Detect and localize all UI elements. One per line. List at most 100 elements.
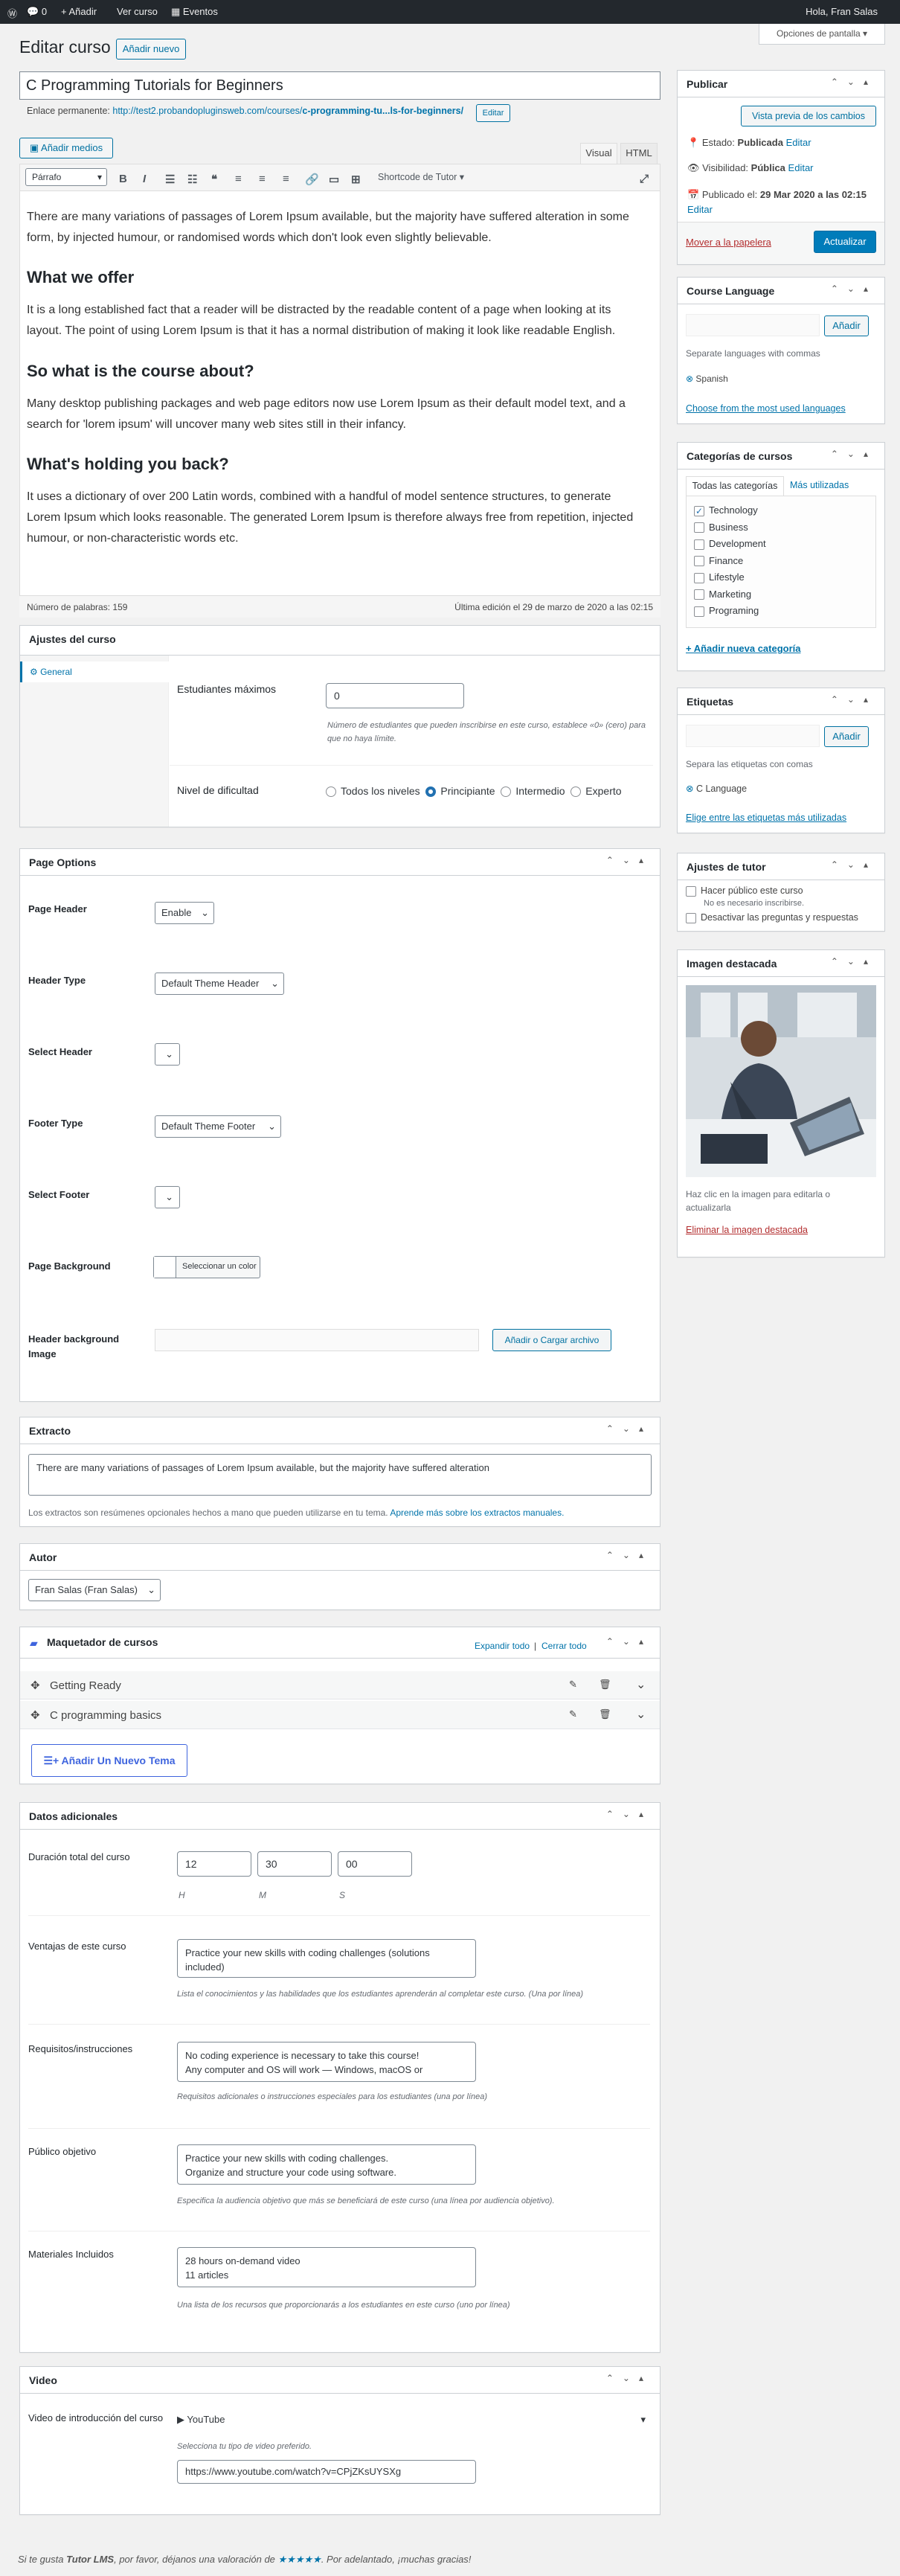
align-right-icon[interactable]: ≡ bbox=[283, 173, 289, 185]
box-controls[interactable]: ⌃⌄▴ bbox=[831, 694, 877, 705]
upload-file-button[interactable]: Añadir o Cargar archivo bbox=[492, 1329, 611, 1351]
chevron-down-icon[interactable]: ⌄ bbox=[636, 1707, 646, 1722]
wp-logo-icon[interactable]: Ⓦ bbox=[7, 6, 17, 20]
edit-pencil-icon[interactable]: ✎ bbox=[569, 1679, 577, 1691]
category-programing[interactable]: Programing bbox=[694, 603, 868, 620]
format-select[interactable]: Párrafo ▾ bbox=[25, 168, 107, 186]
read-more-icon[interactable]: ▭ bbox=[329, 173, 339, 186]
topic-row[interactable]: ✥ Getting Ready ✎ 🗑 ⌄ bbox=[20, 1671, 660, 1699]
content-heading[interactable]: So what is the course about? bbox=[27, 362, 254, 381]
expand-all-link[interactable]: Expandir todo bbox=[475, 1641, 530, 1651]
box-controls[interactable]: ⌃⌄▴ bbox=[831, 859, 877, 870]
category-finance[interactable]: Finance bbox=[694, 553, 868, 570]
duration-minutes-input[interactable]: 30 bbox=[257, 1851, 332, 1877]
select-header-dropdown[interactable]: ⌄ bbox=[155, 1043, 180, 1066]
add-tag-button[interactable]: Añadir bbox=[824, 726, 869, 747]
collapse-all-link[interactable]: Cerrar todo bbox=[541, 1641, 587, 1651]
bold-icon[interactable]: B bbox=[119, 173, 127, 185]
select-footer-dropdown[interactable]: ⌄ bbox=[155, 1186, 180, 1208]
chevron-down-icon[interactable]: ⌄ bbox=[636, 1677, 646, 1692]
author-select[interactable]: Fran Salas (Fran Salas) ⌄ bbox=[28, 1579, 161, 1601]
link-icon[interactable]: 🔗 bbox=[305, 173, 319, 186]
content-paragraph[interactable]: Many desktop publishing packages and web… bbox=[27, 394, 637, 435]
requirements-textarea[interactable]: No coding experience is necessary to tak… bbox=[177, 2042, 476, 2082]
toolbar-toggle-icon[interactable]: ⊞ bbox=[351, 173, 361, 186]
video-url-input[interactable]: https://www.youtube.com/watch?v=CPjZKsUY… bbox=[177, 2460, 476, 2484]
disable-qa-checkbox[interactable]: Desactivar las preguntas y respuestas bbox=[686, 912, 858, 923]
align-left-icon[interactable]: ≡ bbox=[235, 173, 242, 185]
fullscreen-icon[interactable]: ⤢ bbox=[640, 173, 649, 185]
difficulty-expert[interactable]: Experto bbox=[570, 785, 622, 798]
remove-tag-icon[interactable]: ⊗ bbox=[686, 784, 696, 794]
tab-all-categories[interactable]: Todas las categorías bbox=[686, 476, 784, 496]
comments-icon[interactable]: 💬 0 bbox=[27, 6, 47, 18]
box-controls[interactable]: ⌃⌄▴ bbox=[831, 956, 877, 967]
difficulty-all[interactable]: Todos los niveles bbox=[326, 785, 420, 798]
drag-handle-icon[interactable]: ✥ bbox=[30, 1679, 40, 1692]
remove-tag-icon[interactable]: ⊗ bbox=[686, 374, 695, 384]
featured-image[interactable] bbox=[686, 985, 876, 1177]
preview-changes-button[interactable]: Vista previa de los cambios bbox=[741, 106, 876, 126]
align-center-icon[interactable]: ≡ bbox=[259, 173, 266, 185]
box-controls[interactable]: ⌃⌄▴ bbox=[606, 1550, 652, 1560]
header-bg-input[interactable] bbox=[155, 1329, 479, 1351]
language-input[interactable] bbox=[686, 314, 820, 336]
page-header-select[interactable]: Enable ⌄ bbox=[155, 902, 214, 924]
add-new-button[interactable]: Añadir nuevo bbox=[116, 39, 186, 60]
add-language-button[interactable]: Añadir bbox=[824, 315, 869, 336]
choose-language-link[interactable]: Choose from the most used languages bbox=[686, 403, 846, 414]
content-heading[interactable]: What's holding you back? bbox=[27, 455, 229, 474]
choose-tags-link[interactable]: Elige entre las etiquetas más utilizadas bbox=[686, 813, 846, 823]
add-topic-button[interactable]: ☰+ Añadir Un Nuevo Tema bbox=[31, 1744, 187, 1777]
edit-pencil-icon[interactable]: ✎ bbox=[569, 1708, 577, 1720]
footer-type-select[interactable]: Default Theme Footer ⌄ bbox=[155, 1115, 281, 1138]
box-controls[interactable]: ⌃⌄▴ bbox=[606, 1636, 652, 1647]
box-controls[interactable]: ⌃⌄▴ bbox=[606, 1423, 652, 1434]
duration-hours-input[interactable]: 12 bbox=[177, 1851, 251, 1877]
tag-item[interactable]: ⊗ C Language bbox=[686, 783, 747, 794]
bullet-list-icon[interactable]: ☰ bbox=[165, 173, 175, 186]
events-link[interactable]: ▦ Eventos bbox=[171, 6, 218, 18]
box-controls[interactable]: ⌃⌄▴ bbox=[831, 77, 877, 87]
content-heading[interactable]: What we offer bbox=[27, 268, 134, 287]
trash-icon[interactable]: 🗑 bbox=[599, 1708, 611, 1720]
add-category-link[interactable]: + Añadir nueva categoría bbox=[686, 643, 801, 654]
account-greeting[interactable]: Hola, Fran Salas bbox=[806, 6, 878, 17]
category-lifestyle[interactable]: Lifestyle bbox=[694, 569, 868, 586]
excerpt-learn-link[interactable]: Aprende más sobre los extractos manuales… bbox=[390, 1508, 564, 1518]
tab-most-used-categories[interactable]: Más utilizadas bbox=[790, 480, 849, 490]
max-students-input[interactable]: 0 bbox=[326, 683, 464, 708]
view-course-link[interactable]: Ver curso bbox=[117, 6, 158, 17]
language-tag[interactable]: ⊗ Spanish bbox=[686, 374, 728, 384]
blockquote-icon[interactable]: ❝ bbox=[211, 173, 217, 186]
public-course-checkbox[interactable]: Hacer público este curso bbox=[686, 885, 803, 897]
update-button[interactable]: Actualizar bbox=[814, 231, 876, 253]
duration-seconds-input[interactable]: 00 bbox=[338, 1851, 412, 1877]
box-controls[interactable]: ⌃⌄▴ bbox=[606, 1809, 652, 1819]
tags-input[interactable] bbox=[686, 725, 820, 747]
content-paragraph[interactable]: It is a long established fact that a rea… bbox=[27, 300, 637, 342]
shortcode-dropdown[interactable]: Shortcode de Tutor ▾ bbox=[378, 171, 464, 182]
trash-icon[interactable]: 🗑 bbox=[599, 1679, 611, 1691]
box-controls[interactable]: ⌃⌄▴ bbox=[606, 855, 652, 865]
color-picker-button[interactable]: Seleccionar un color bbox=[153, 1256, 260, 1278]
visibility-edit-link[interactable]: Editar bbox=[788, 162, 814, 173]
new-content-link[interactable]: + Añadir bbox=[61, 6, 97, 17]
header-type-select[interactable]: Default Theme Header ⌄ bbox=[155, 973, 284, 995]
date-edit-link[interactable]: Editar bbox=[687, 204, 713, 215]
category-technology[interactable]: ✓ Technology bbox=[694, 502, 868, 519]
excerpt-textarea[interactable]: There are many variations of passages of… bbox=[28, 1454, 652, 1496]
tab-html[interactable]: HTML bbox=[620, 143, 658, 164]
topic-row[interactable]: ✥ C programming basics ✎ 🗑 ⌄ bbox=[20, 1701, 660, 1729]
screen-options-button[interactable]: Opciones de pantalla ▾ bbox=[759, 24, 885, 45]
remove-featured-image-link[interactable]: Eliminar la imagen destacada bbox=[686, 1225, 808, 1235]
benefits-textarea[interactable]: Practice your new skills with coding cha… bbox=[177, 1939, 476, 1978]
category-marketing[interactable]: Marketing bbox=[694, 586, 868, 603]
tab-general[interactable]: ⚙ General bbox=[20, 661, 169, 682]
materials-textarea[interactable]: 28 hours on-demand video 11 articles bbox=[177, 2247, 476, 2287]
category-business[interactable]: Business bbox=[694, 519, 868, 536]
add-media-button[interactable]: ▣ Añadir medios bbox=[19, 138, 113, 158]
content-paragraph[interactable]: It uses a dictionary of over 200 Latin w… bbox=[27, 487, 637, 549]
content-paragraph[interactable]: There are many variations of passages of… bbox=[27, 207, 637, 249]
box-controls[interactable]: ⌃⌄▴ bbox=[831, 283, 877, 294]
